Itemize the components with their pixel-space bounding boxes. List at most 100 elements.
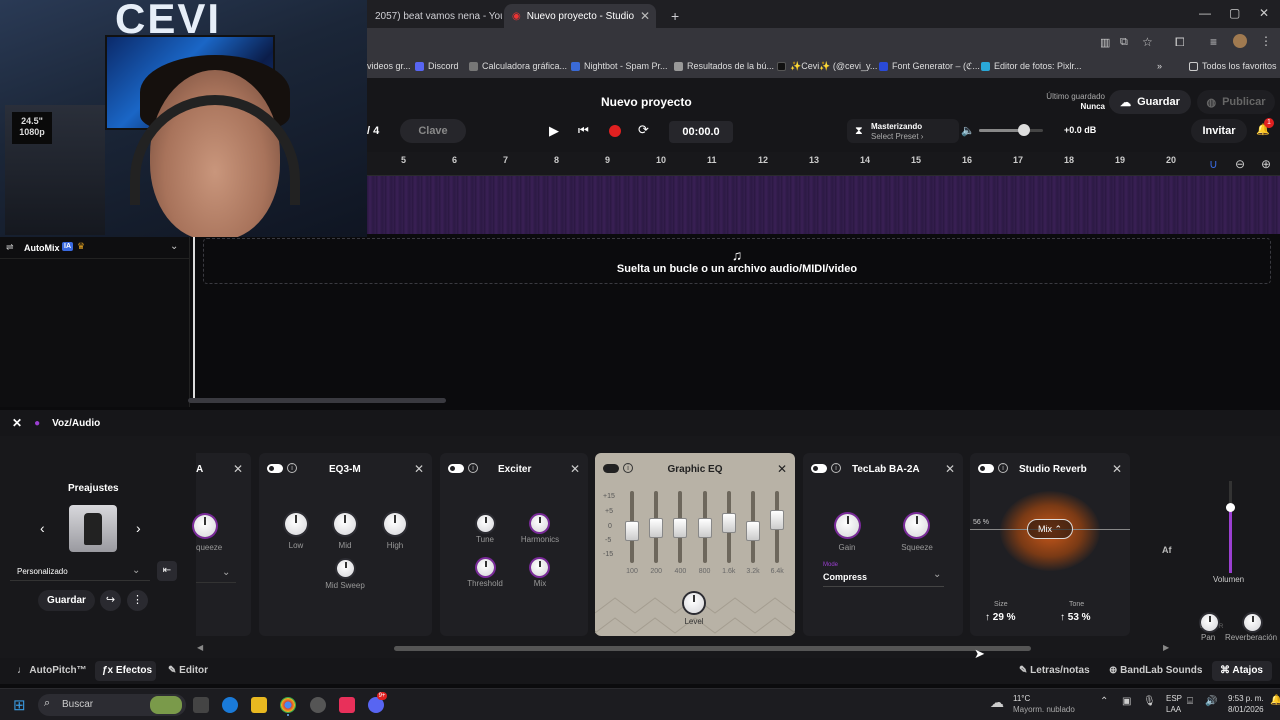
master-volume-slider[interactable] xyxy=(979,124,1043,136)
effects-tab[interactable]: ƒx Efectos xyxy=(102,665,152,676)
bookmarks-overflow[interactable]: » xyxy=(1157,61,1162,71)
info-icon[interactable]: i xyxy=(468,463,478,473)
preset-dropdown[interactable]: Personalizado ⌄ xyxy=(10,563,150,581)
bookmark-item[interactable]: Nightbot - Spam Pr... xyxy=(571,61,668,71)
gain-knob[interactable] xyxy=(836,514,859,537)
reset-icon[interactable]: ⇤ xyxy=(157,561,177,581)
info-icon[interactable]: i xyxy=(998,463,1008,473)
close-icon[interactable]: ✕ xyxy=(414,462,424,476)
star-icon[interactable]: ☆ xyxy=(1142,35,1153,49)
eq-fader-handle[interactable] xyxy=(625,521,639,541)
zoom-out-icon[interactable]: ⊖ xyxy=(1235,157,1245,171)
bookmark-all-favorites[interactable]: Todos los favoritos xyxy=(1189,61,1277,71)
squeeze-knob[interactable] xyxy=(905,514,928,537)
publish-button[interactable]: ◍ Publicar xyxy=(1197,90,1275,114)
app-icon[interactable] xyxy=(310,697,326,713)
save-button[interactable]: ☁ Guardar xyxy=(1109,90,1191,114)
timeline-ruler[interactable]: 5 6 7 8 9 10 11 12 13 14 15 16 17 18 19 20 xyxy=(367,152,1280,176)
bookmark-item[interactable]: Editor de fotos: Pixlr... xyxy=(981,61,1082,71)
level-knob[interactable] xyxy=(684,593,704,613)
info-icon[interactable]: i xyxy=(831,463,841,473)
close-icon[interactable]: ✕ xyxy=(640,9,650,23)
maximize-icon[interactable]: ▢ xyxy=(1229,6,1240,20)
editor-tab[interactable]: ✎ Editor xyxy=(168,665,208,676)
fx-scrollbar-thumb[interactable] xyxy=(394,646,1031,651)
language-top[interactable]: ESP xyxy=(1166,694,1182,703)
scroll-left-icon[interactable]: ◀ xyxy=(197,643,203,652)
timeline-scrollbar[interactable] xyxy=(188,398,446,403)
volume-fader-handle[interactable] xyxy=(1226,503,1235,512)
tiktok-icon[interactable] xyxy=(339,697,355,713)
effect-card-reverb[interactable]: i Studio Reverb ✕ 56 % Mix ⌃ Size ↑ 29 %… xyxy=(970,453,1130,636)
close-icon[interactable]: ✕ xyxy=(1112,462,1122,476)
scroll-right-icon[interactable]: ▶ xyxy=(1163,643,1169,652)
bookmark-item[interactable]: ✨Cevi✨ (@cevi_y... xyxy=(777,61,877,72)
menu-icon[interactable]: ⋮ xyxy=(1260,34,1272,48)
windows-start-icon[interactable]: ⊞ xyxy=(13,696,26,714)
mix-knob[interactable] xyxy=(531,559,548,576)
toggle-switch[interactable] xyxy=(811,464,827,473)
mid-knob[interactable] xyxy=(334,513,356,535)
threshold-knob[interactable] xyxy=(477,559,494,576)
size-value[interactable]: ↑ 29 % xyxy=(985,612,1016,623)
new-tab-button[interactable]: + xyxy=(663,4,687,28)
bookmark-item[interactable]: Discord xyxy=(415,61,459,71)
chevron-right-icon[interactable]: › xyxy=(136,520,141,536)
mute-icon[interactable]: 🔈 xyxy=(961,124,975,137)
clock-time[interactable]: 9:53 p. m. xyxy=(1228,694,1264,703)
audio-track-region[interactable] xyxy=(367,176,1280,234)
time-signature[interactable]: / 4 xyxy=(367,125,379,137)
more-icon[interactable]: ⋮ xyxy=(127,590,148,611)
skip-back-icon[interactable]: ⏮ xyxy=(578,123,589,138)
search-box[interactable]: ⌕ Buscar xyxy=(38,694,186,716)
reverb-knob[interactable] xyxy=(1244,614,1261,631)
network-icon[interactable]: ⌸ xyxy=(1187,696,1193,707)
automix-row[interactable]: ⇌ AutoMix IA ♛ ⌄ xyxy=(0,237,190,259)
harmonics-knob[interactable] xyxy=(531,515,548,532)
pan-knob[interactable] xyxy=(1201,614,1218,631)
task-view-icon[interactable] xyxy=(193,697,209,713)
lyrics-tab[interactable]: ✎ Letras/notas xyxy=(1019,665,1090,676)
chrome-icon[interactable] xyxy=(280,697,296,713)
profile-avatar[interactable] xyxy=(1233,34,1247,48)
effect-card-teclab[interactable]: i TecLab BA-2A ✕ Gain Squeeze Mode Compr… xyxy=(803,453,963,636)
key-button[interactable]: Clave xyxy=(400,119,466,143)
eq-fader-handle[interactable] xyxy=(673,518,688,538)
mastering-button[interactable]: ⧗ Masterizando Select Preset › xyxy=(847,119,959,143)
minimize-icon[interactable]: — xyxy=(1199,6,1211,20)
share-icon[interactable]: ↪ xyxy=(100,590,121,611)
effect-card-eq3m[interactable]: i EQ3-M ✕ Low Mid High Mid Sweep xyxy=(259,453,432,636)
volume-fader-track[interactable] xyxy=(1226,481,1235,573)
chevron-left-icon[interactable]: ‹ xyxy=(40,520,45,536)
close-window-icon[interactable]: ✕ xyxy=(1259,6,1269,20)
eq-fader-handle[interactable] xyxy=(697,518,712,538)
play-icon[interactable]: ▶ xyxy=(549,123,559,139)
playhead[interactable] xyxy=(193,237,195,402)
tune-knob[interactable] xyxy=(477,515,494,532)
effect-card-exciter[interactable]: i Exciter ✕ Tune Harmonics Threshold Mix xyxy=(440,453,588,636)
invite-button[interactable]: Invitar xyxy=(1191,119,1247,143)
info-icon[interactable]: i xyxy=(287,463,297,473)
shortcuts-tab[interactable]: ⌘ Atajos xyxy=(1220,665,1263,676)
master-volume-handle[interactable] xyxy=(1017,124,1030,136)
media-icon[interactable]: ≡ xyxy=(1210,35,1217,49)
magnet-icon[interactable]: ∪ xyxy=(1209,157,1218,171)
cast-icon[interactable]: ⧉ xyxy=(1120,36,1128,49)
close-icon[interactable]: ✕ xyxy=(945,462,955,476)
speaker-icon[interactable]: 🔊 xyxy=(1205,696,1217,707)
close-icon[interactable]: ✕ xyxy=(777,462,787,476)
toggle-switch[interactable] xyxy=(267,464,283,473)
close-fx-icon[interactable]: ✕ xyxy=(12,416,22,430)
weather-icon[interactable]: ☁ xyxy=(990,694,1004,711)
eq-fader-handle[interactable] xyxy=(746,521,760,541)
bookmark-item[interactable]: Calculadora gráfica... xyxy=(469,61,567,71)
effect-card-partial[interactable]: A ✕ queeze ⌄ xyxy=(194,453,251,636)
tab-studio[interactable]: ◉ Nuevo proyecto - Studio ✕ xyxy=(504,4,656,28)
sounds-tab[interactable]: ⊕ BandLab Sounds xyxy=(1109,665,1202,676)
effect-card-graphic-eq[interactable]: i Graphic EQ ✕ +15 +5 0 -5 -15 Level 100… xyxy=(595,453,795,636)
mode-dropdown[interactable]: ⌄ xyxy=(196,565,236,583)
mid-sweep-knob[interactable] xyxy=(337,560,354,577)
microphone-icon[interactable]: 🎙 xyxy=(1143,696,1156,707)
mode-dropdown[interactable]: Compress ⌄ xyxy=(823,569,944,587)
tray-chevron-up-icon[interactable]: ⌃ xyxy=(1100,696,1108,707)
